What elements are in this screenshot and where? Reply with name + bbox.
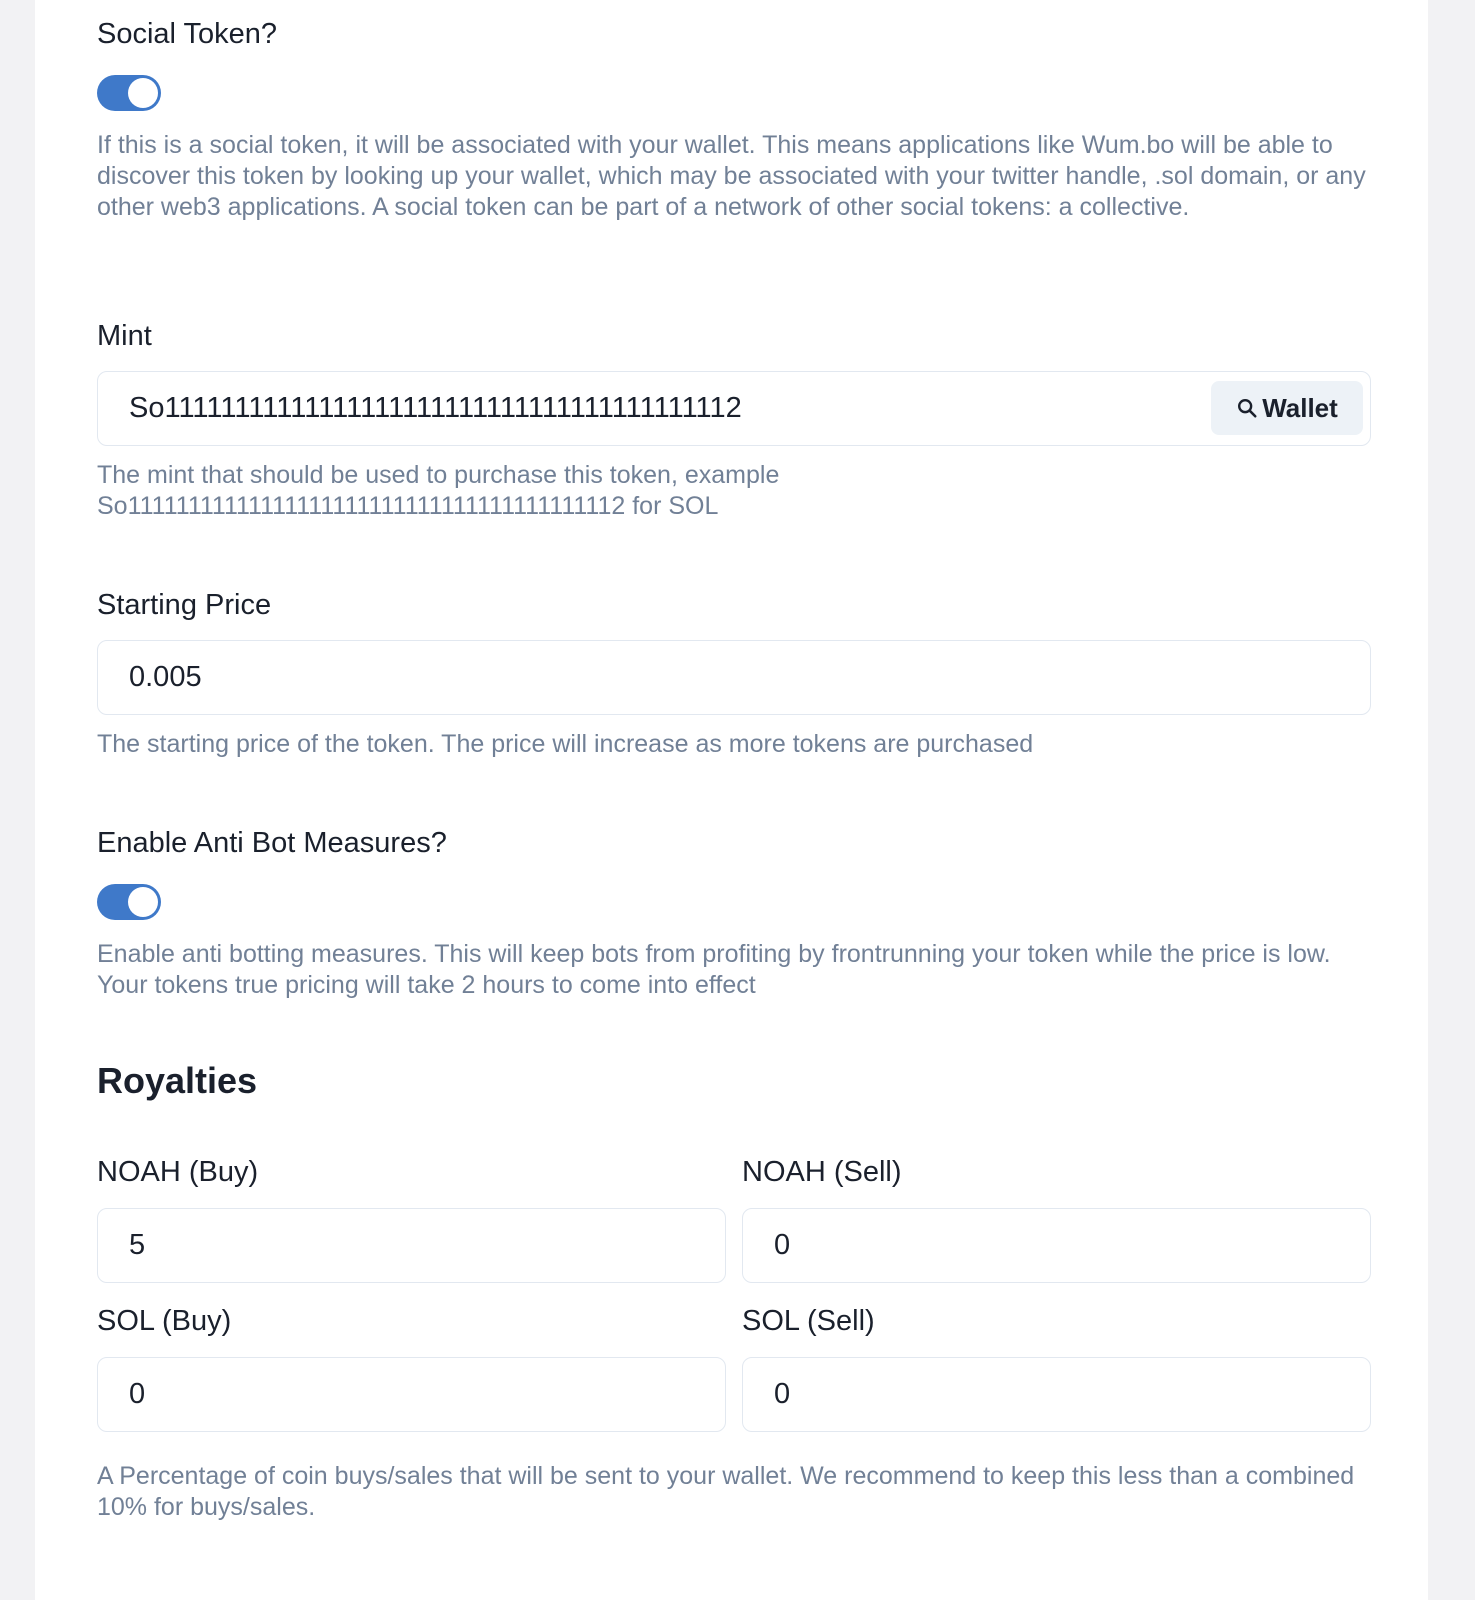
- mint-input-value: So11111111111111111111111111111111111111…: [129, 392, 742, 424]
- sol-sell-label: SOL (Sell): [742, 1305, 875, 1337]
- starting-price-value: 0.005: [129, 661, 202, 693]
- sol-buy-label: SOL (Buy): [97, 1305, 232, 1337]
- wallet-button[interactable]: Wallet: [1211, 381, 1363, 435]
- sol-sell-value: 0: [774, 1378, 791, 1410]
- social-token-toggle[interactable]: [97, 75, 161, 111]
- social-token-label: Social Token?: [97, 18, 278, 50]
- starting-price-help: The starting price of the token. The pri…: [97, 730, 1034, 758]
- form-card: Social Token? If this is a social token,…: [35, 0, 1428, 1600]
- search-icon: [1238, 399, 1257, 418]
- toggle-knob: [128, 78, 158, 108]
- wallet-button-label: Wallet: [1262, 392, 1338, 423]
- mint-help-line1: The mint that should be used to purchase…: [97, 461, 780, 489]
- starting-price-label: Starting Price: [97, 589, 272, 621]
- starting-price-input[interactable]: 0.005: [97, 640, 1371, 715]
- mint-help-line2: So11111111111111111111111111111111111111…: [97, 492, 719, 520]
- social-token-help: If this is a social token, it will be as…: [97, 131, 1366, 221]
- mint-input[interactable]: So11111111111111111111111111111111111111…: [97, 371, 1371, 446]
- anti-bot-label: Enable Anti Bot Measures?: [97, 827, 447, 859]
- noah-sell-label: NOAH (Sell): [742, 1156, 902, 1188]
- toggle-knob: [128, 887, 158, 917]
- anti-bot-toggle[interactable]: [97, 884, 161, 920]
- royalties-heading: Royalties: [97, 1060, 258, 1101]
- sol-sell-input[interactable]: 0: [742, 1357, 1371, 1432]
- mint-label: Mint: [97, 320, 152, 352]
- anti-bot-help: Enable anti botting measures. This will …: [97, 940, 1331, 999]
- sol-buy-value: 0: [129, 1378, 146, 1410]
- sol-buy-input[interactable]: 0: [97, 1357, 726, 1432]
- noah-buy-value: 5: [129, 1229, 146, 1261]
- royalties-help: A Percentage of coin buys/sales that wil…: [97, 1462, 1355, 1521]
- noah-buy-input[interactable]: 5: [97, 1208, 726, 1283]
- noah-sell-input[interactable]: 0: [742, 1208, 1371, 1283]
- noah-buy-label: NOAH (Buy): [97, 1156, 259, 1188]
- noah-sell-value: 0: [774, 1229, 791, 1261]
